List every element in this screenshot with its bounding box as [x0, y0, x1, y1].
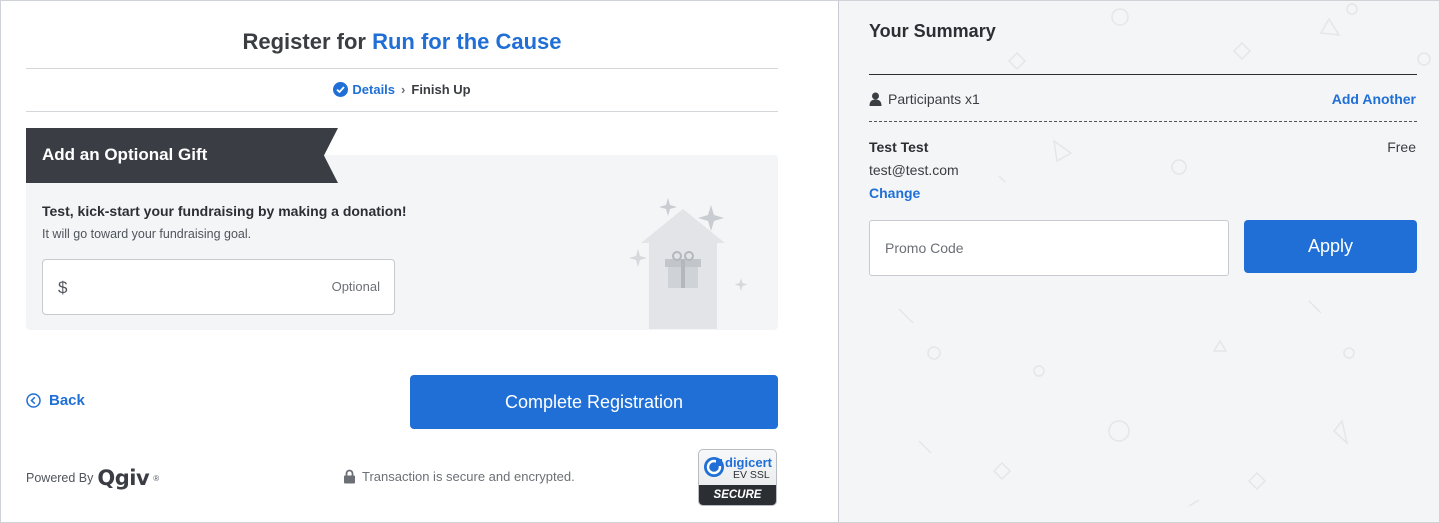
- gift-subtext: It will go toward your fundraising goal.: [42, 227, 252, 241]
- back-button[interactable]: Back: [26, 392, 85, 409]
- badge-secure-bar: SECURE: [699, 485, 776, 505]
- dashed-divider: [869, 121, 1417, 122]
- registration-panel: Register for Run for the Cause Details › F…: [1, 1, 838, 522]
- badge-secure-label: SECURE: [713, 489, 762, 501]
- powered-by: Powered By Qgiv ®: [26, 466, 159, 490]
- gift-heading: Test, kick-start your fundraising by mak…: [42, 203, 407, 219]
- change-link[interactable]: Change: [869, 185, 920, 201]
- divider: [26, 111, 778, 112]
- powered-by-label: Powered By: [26, 471, 94, 485]
- circle-arrow-left-icon: [26, 393, 41, 408]
- participant-price: Free: [1387, 139, 1416, 155]
- currency-symbol: $: [58, 278, 68, 297]
- step-indicator: Details › Finish Up: [26, 82, 778, 97]
- secure-text: Transaction is secure and encrypted.: [362, 469, 575, 484]
- divider: [26, 68, 778, 69]
- participants-row: Participants x1: [869, 91, 980, 107]
- registered-mark: ®: [153, 473, 160, 483]
- step-details[interactable]: Details: [352, 82, 395, 97]
- summary-title: Your Summary: [869, 21, 996, 41]
- check-circle-icon: [333, 82, 349, 97]
- add-another-link[interactable]: Add Another: [1332, 91, 1416, 107]
- participants-label: Participants x1: [888, 91, 980, 107]
- badge-type: EV SSL: [733, 469, 770, 481]
- optional-label: Optional: [331, 279, 380, 294]
- promo-code-input[interactable]: [869, 220, 1229, 276]
- summary-panel: Your Summary Participants x1 Add Another…: [838, 1, 1439, 522]
- digicert-seal-icon: [704, 457, 724, 477]
- complete-registration-button[interactable]: Complete Registration: [410, 375, 778, 429]
- gift-ribbon-label: Add an Optional Gift: [42, 145, 208, 164]
- lock-icon: [344, 469, 355, 484]
- person-icon: [869, 92, 882, 106]
- summary-divider: [869, 74, 1417, 75]
- participant-name: Test Test: [869, 139, 929, 155]
- badge-brand: digicert: [725, 455, 772, 470]
- back-label: Back: [49, 392, 85, 409]
- donation-amount-field[interactable]: $ Optional: [42, 259, 395, 315]
- qgiv-logo[interactable]: Qgiv: [97, 466, 149, 490]
- step-finish-up: Finish Up: [411, 82, 471, 97]
- gift-house-illustration: [629, 198, 748, 329]
- event-name: Run for the Cause: [372, 29, 562, 54]
- participant-email: test@test.com: [869, 162, 959, 178]
- digicert-ssl-badge[interactable]: digicert EV SSL SECURE: [698, 449, 777, 506]
- page-title: Register for Run for the Cause: [26, 29, 778, 55]
- apply-button[interactable]: Apply: [1244, 220, 1417, 273]
- title-prefix: Register for: [242, 29, 373, 54]
- donation-amount-input[interactable]: [79, 270, 299, 304]
- secure-transaction-note: Transaction is secure and encrypted.: [343, 469, 575, 484]
- chevron-right-icon: ›: [401, 82, 406, 97]
